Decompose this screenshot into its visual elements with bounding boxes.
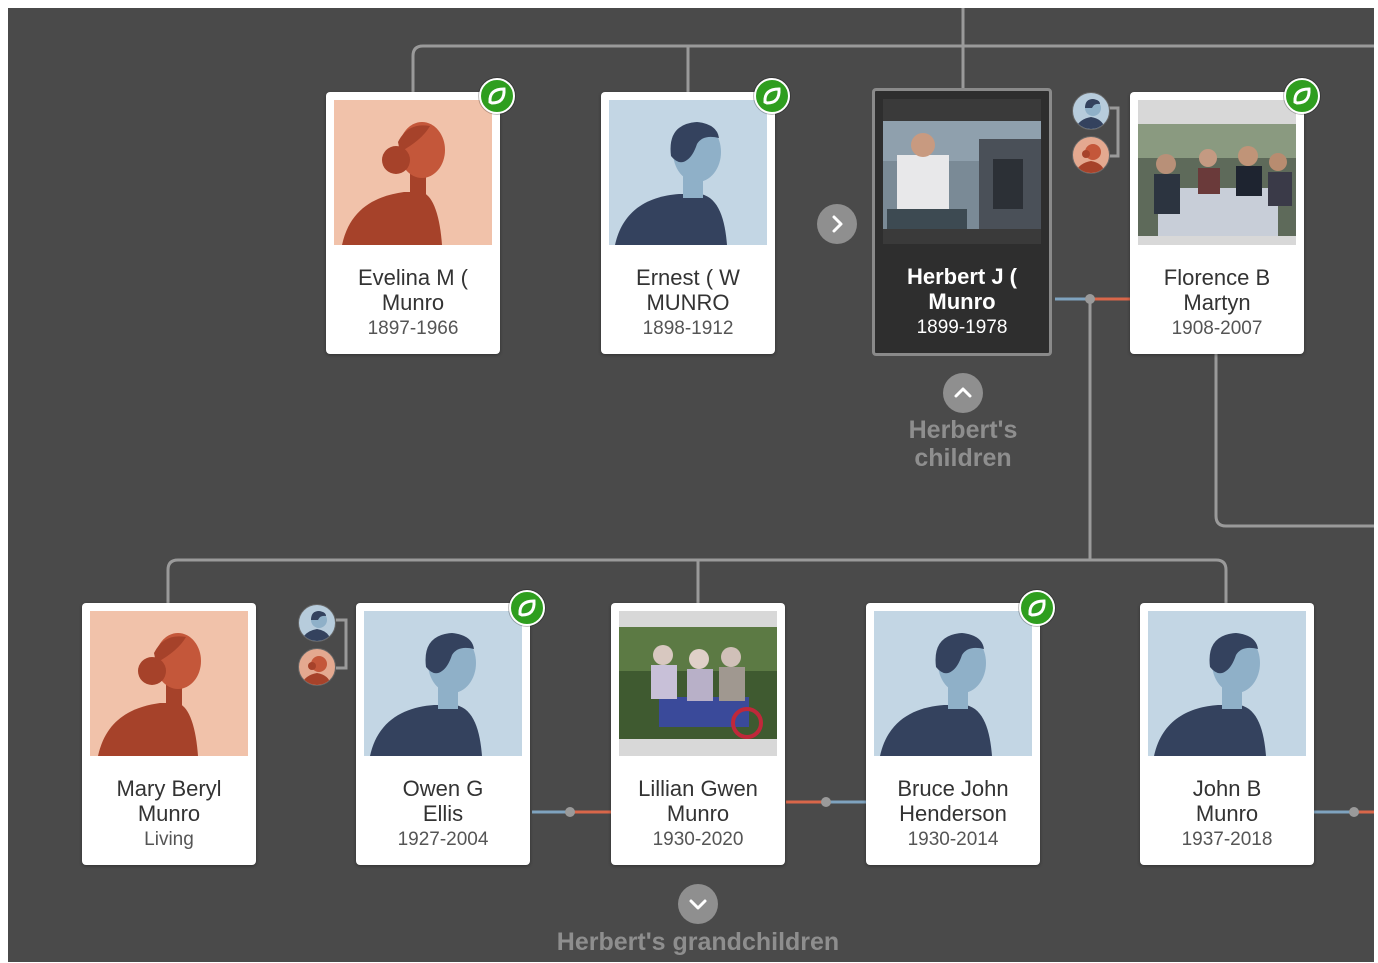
collapse-children-button[interactable] — [943, 373, 983, 413]
person-name: Ernest ( W MUNRO — [636, 265, 740, 315]
person-card-lillian[interactable]: Lillian Gwen Munro 1930-2020 — [611, 603, 785, 865]
leaf-hint-icon[interactable] — [479, 78, 515, 114]
person-dates: 1908-2007 — [1171, 318, 1263, 339]
leaf-hint-icon[interactable] — [1019, 590, 1055, 626]
grandchildren-caption: Herbert's grandchildren — [556, 928, 840, 956]
person-card-bruce[interactable]: Bruce John Henderson 1930-2014 — [866, 603, 1040, 865]
person-dates: Living — [144, 829, 194, 850]
person-name: Evelina M ( Munro — [357, 265, 469, 315]
male-silhouette-avatar — [1148, 611, 1306, 756]
person-photo — [1138, 100, 1296, 245]
person-photo — [883, 99, 1041, 244]
person-card-ernest[interactable]: Ernest ( W MUNRO 1898-1912 — [601, 92, 775, 354]
male-silhouette-avatar — [874, 611, 1032, 756]
male-silhouette-avatar — [609, 100, 767, 245]
alternate-spouse-male-avatar[interactable] — [298, 604, 336, 642]
person-card-herbert[interactable]: Herbert J ( Munro 1899-1978 — [872, 88, 1052, 356]
leaf-hint-icon[interactable] — [754, 78, 790, 114]
chevron-right-icon — [832, 215, 843, 233]
person-name: Florence B Martyn — [1163, 265, 1271, 315]
person-name: Lillian Gwen Munro — [638, 776, 758, 826]
person-name: Herbert J ( Munro — [906, 264, 1018, 314]
female-silhouette-avatar — [90, 611, 248, 756]
chevron-down-icon — [689, 899, 707, 910]
female-silhouette-avatar — [334, 100, 492, 245]
person-card-evelina[interactable]: Evelina M ( Munro 1897-1966 — [326, 92, 500, 354]
chevron-up-icon — [954, 387, 972, 398]
person-card-john[interactable]: John B Munro 1937-2018 — [1140, 603, 1314, 865]
alternate-spouse-female-avatar[interactable] — [1072, 136, 1110, 174]
alternate-spouse-female-avatar[interactable] — [298, 648, 336, 686]
person-card-mary[interactable]: Mary Beryl Munro Living — [82, 603, 256, 865]
person-dates: 1899-1978 — [916, 317, 1008, 338]
leaf-hint-icon[interactable] — [509, 590, 545, 626]
person-dates: 1930-2014 — [907, 829, 999, 850]
person-dates: 1898-1912 — [642, 318, 734, 339]
person-name: Owen G Ellis — [402, 776, 484, 826]
leaf-hint-icon[interactable] — [1284, 78, 1320, 114]
family-tree-canvas[interactable]: Evelina M ( Munro 1897-1966 Ernest ( W M… — [8, 8, 1374, 962]
person-dates: 1927-2004 — [397, 829, 489, 850]
person-dates: 1930-2020 — [652, 829, 744, 850]
person-card-florence[interactable]: Florence B Martyn 1908-2007 — [1130, 92, 1304, 354]
person-photo — [619, 611, 777, 756]
person-name: John B Munro — [1192, 776, 1262, 826]
person-dates: 1937-2018 — [1181, 829, 1273, 850]
expand-siblings-button[interactable] — [817, 204, 857, 244]
person-dates: 1897-1966 — [367, 318, 459, 339]
male-silhouette-avatar — [364, 611, 522, 756]
expand-grandchildren-button[interactable] — [678, 884, 718, 924]
person-name: Bruce John Henderson — [897, 776, 1009, 826]
person-name: Mary Beryl Munro — [116, 776, 222, 826]
alternate-spouse-male-avatar[interactable] — [1072, 92, 1110, 130]
person-card-owen[interactable]: Owen G Ellis 1927-2004 — [356, 603, 530, 865]
children-caption: Herbert's children — [908, 416, 1018, 472]
